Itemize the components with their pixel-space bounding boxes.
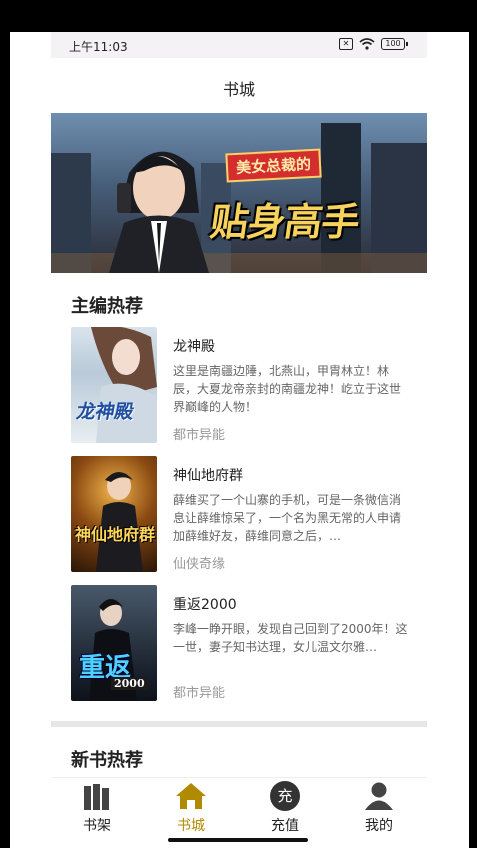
book-description: 这里是南疆边陲，北燕山，甲胄林立！林辰，大夏龙帝亲封的南疆龙神！屹立于这世界巅峰… (173, 364, 402, 414)
book-item[interactable]: 重返 2000 重返2000 李峰一睁开眼，发现自己回到了2000年！这一世，妻… (71, 585, 411, 703)
tab-label: 书架 (83, 818, 111, 834)
app-screen: 上午11:03 ✕ 100 书城 美女总裁的 贴身高手 主编热荐 龙神殿 龙神殿… (51, 32, 427, 848)
book-category: 仙侠奇缘 (173, 557, 226, 572)
book-category: 都市异能 (173, 428, 226, 443)
book-description: 李峰一睁开眼，发现自己回到了2000年！这一世，妻子知书达理，女儿温文尔雅… (173, 622, 408, 654)
book-item[interactable]: 龙神殿 龙神殿 这里是南疆边陲，北燕山，甲胄林立！林辰，大夏龙帝亲封的南疆龙神！… (71, 327, 411, 445)
home-icon (176, 783, 206, 809)
book-title: 重返2000 (173, 597, 237, 613)
no-sim-icon: ✕ (339, 38, 353, 50)
user-icon (365, 782, 393, 810)
recharge-glyph: 充 (277, 787, 293, 805)
wifi-icon (359, 38, 375, 50)
tab-bookshelf[interactable]: 书架 (67, 778, 127, 838)
status-icons: ✕ 100 (339, 38, 408, 50)
book-item[interactable]: 神仙地府群 神仙地府群 薛维买了一个山寨的手机，可是一条微信消息让薛维惊呆了，一… (71, 456, 411, 574)
tab-label: 书城 (177, 818, 205, 834)
book-category: 都市异能 (173, 686, 226, 701)
book-cover[interactable]: 神仙地府群 (71, 456, 157, 572)
cover-illustration (91, 327, 157, 443)
promo-banner[interactable]: 美女总裁的 贴身高手 (51, 113, 427, 273)
hero-illustration (109, 151, 209, 273)
tab-profile[interactable]: 我的 (349, 778, 409, 838)
home-indicator[interactable] (168, 838, 308, 842)
status-time: 上午11:03 (69, 40, 128, 54)
section-divider (51, 721, 427, 727)
book-cover[interactable]: 龙神殿 (71, 327, 157, 443)
book-title: 神仙地府群 (173, 468, 243, 484)
bookshelf-icon (84, 784, 109, 810)
cover-title: 龙神殿 (74, 401, 136, 423)
page-title: 书城 (222, 80, 255, 99)
new-books-section-title: 新书热荐 (71, 750, 143, 771)
recharge-icon: 充 (270, 781, 300, 811)
battery-icon: 100 (381, 38, 408, 50)
banner-title: 贴身高手 (207, 199, 362, 244)
book-cover[interactable]: 重返 2000 (71, 585, 157, 701)
banner-subtitle: 美女总裁的 (225, 148, 322, 183)
tab-label: 我的 (365, 818, 393, 834)
tab-recharge[interactable]: 充 充值 (255, 778, 315, 838)
tab-label: 充值 (271, 818, 299, 834)
tab-bookstore[interactable]: 书城 (161, 778, 221, 838)
cover-title: 神仙地府群 (75, 525, 156, 544)
book-title: 龙神殿 (173, 339, 215, 355)
device-frame: 上午11:03 ✕ 100 书城 美女总裁的 贴身高手 主编热荐 龙神殿 龙神殿… (10, 32, 469, 848)
status-bar: 上午11:03 ✕ 100 (51, 32, 427, 58)
book-description: 薛维买了一个山寨的手机，可是一条微信消息让薛维惊呆了，一个名为黑无常的人申请加薛… (173, 493, 402, 543)
cover-illustration (96, 472, 143, 572)
cover-subtitle: 2000 (111, 677, 148, 690)
featured-section-title: 主编热荐 (71, 296, 143, 317)
